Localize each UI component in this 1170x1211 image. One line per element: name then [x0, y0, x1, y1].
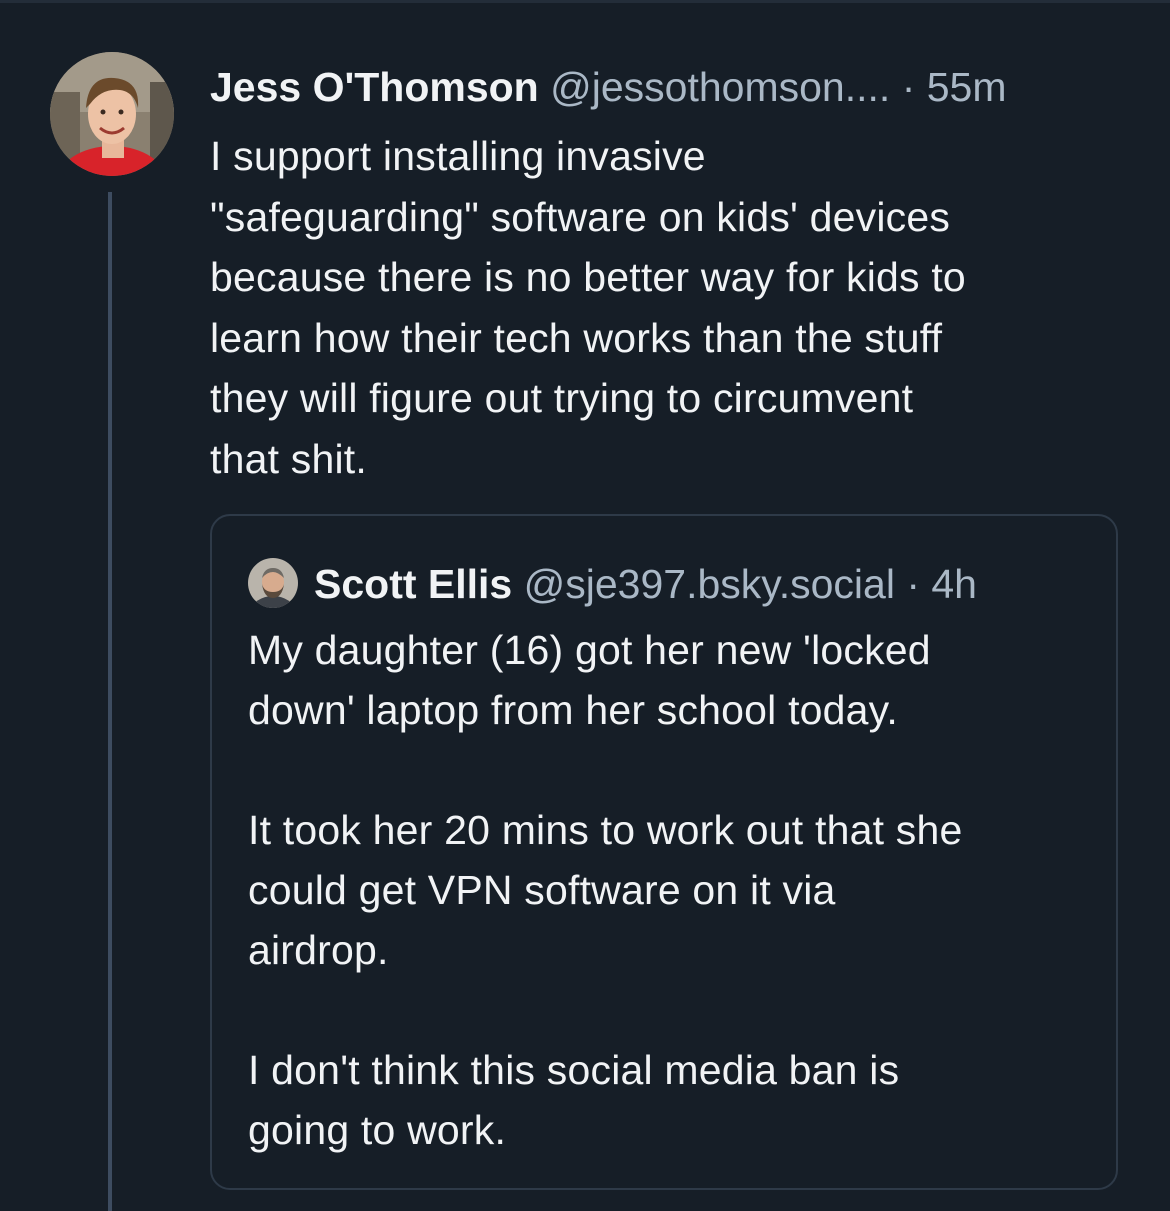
person-avatar-icon [248, 558, 298, 608]
thread-line [108, 192, 112, 1211]
quote-author-handle[interactable]: @sje397.bsky.social [524, 561, 895, 607]
quote-header: Scott Ellis @sje397.bsky.social · 4h [314, 558, 1104, 610]
separator-dot: · [890, 64, 927, 110]
quote-text: My daughter (16) got her new 'locked dow… [248, 627, 963, 1153]
quote-time[interactable]: 4h [931, 561, 977, 607]
quote-author-name[interactable]: Scott Ellis [314, 561, 512, 607]
separator-dot: · [894, 561, 932, 607]
post-text: I support installing invasive "safeguard… [210, 133, 966, 482]
person-avatar-icon [50, 52, 174, 176]
post-time[interactable]: 55m [927, 64, 1007, 110]
author-handle[interactable]: @jessothomson.... [550, 64, 890, 110]
author-avatar[interactable] [50, 52, 174, 176]
author-name[interactable]: Jess O'Thomson [210, 64, 539, 110]
post-header: Jess O'Thomson @jessothomson.... · 55m [210, 62, 1130, 112]
quote-post-card[interactable]: Scott Ellis @sje397.bsky.social · 4h My … [210, 514, 1118, 1190]
top-divider [0, 0, 1170, 3]
quote-author-avatar[interactable] [248, 558, 298, 608]
